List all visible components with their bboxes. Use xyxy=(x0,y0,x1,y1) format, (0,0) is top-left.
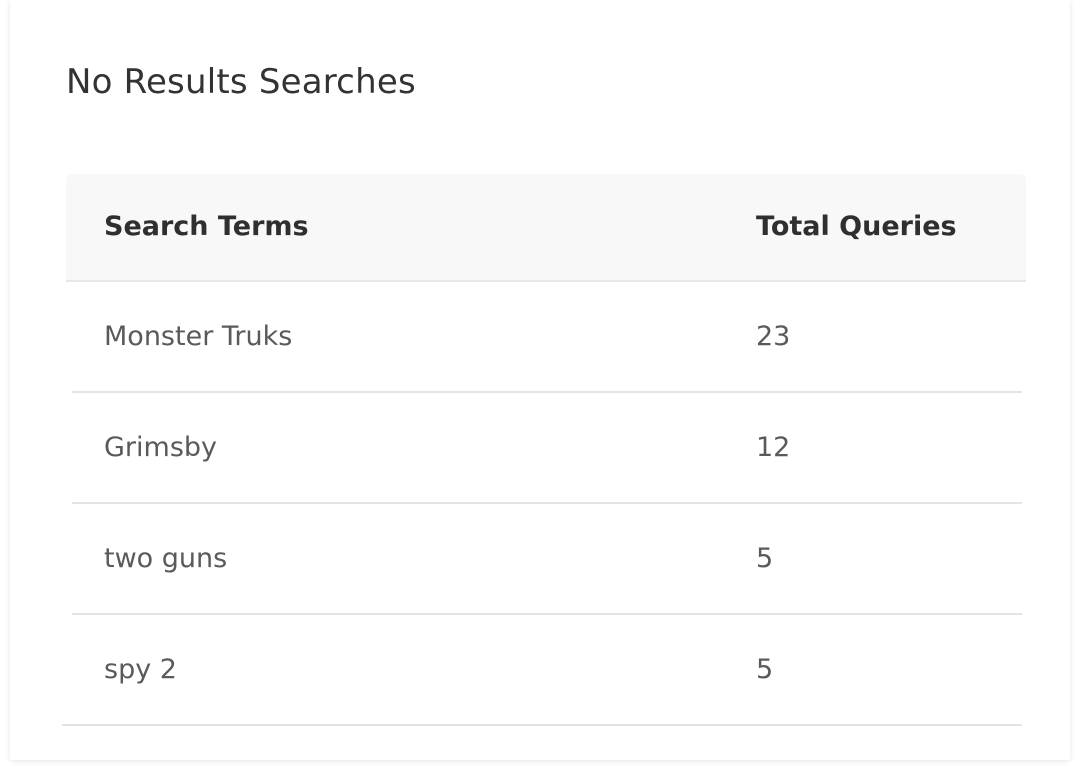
table-row: Monster Truks 23 xyxy=(72,282,1022,393)
no-results-table: Search Terms Total Queries Monster Truks… xyxy=(62,174,1026,726)
table-header: Search Terms Total Queries xyxy=(66,174,1026,282)
table-row: spy 2 5 xyxy=(62,615,1022,726)
no-results-searches-card: No Results Searches Search Terms Total Q… xyxy=(10,0,1070,760)
search-term-cell: two guns xyxy=(104,543,228,574)
column-header-total-queries[interactable]: Total Queries xyxy=(756,174,957,280)
total-queries-cell: 5 xyxy=(756,654,774,685)
search-term-cell: spy 2 xyxy=(104,654,177,685)
search-term-cell: Grimsby xyxy=(104,432,218,463)
table-row: Grimsby 12 xyxy=(72,393,1022,504)
total-queries-cell: 23 xyxy=(756,321,791,352)
column-header-search-terms[interactable]: Search Terms xyxy=(104,174,309,280)
table-row: two guns 5 xyxy=(72,504,1022,615)
total-queries-cell: 5 xyxy=(756,543,774,574)
total-queries-cell: 12 xyxy=(756,432,791,463)
card-title: No Results Searches xyxy=(66,62,416,102)
search-term-cell: Monster Truks xyxy=(104,321,293,352)
